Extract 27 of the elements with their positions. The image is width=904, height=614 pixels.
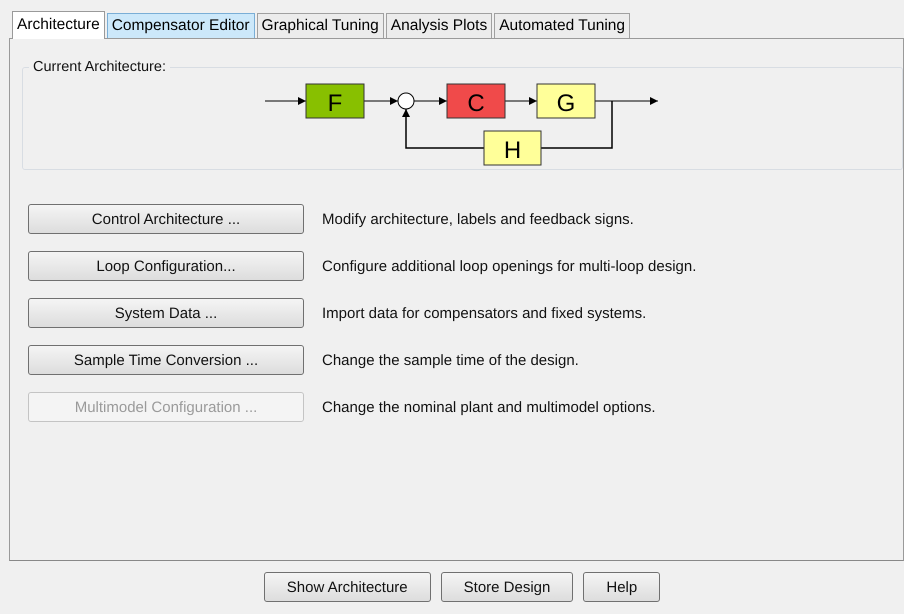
action-button[interactable]: Control Architecture ...: [28, 204, 304, 234]
tab[interactable]: Graphical Tuning: [256, 13, 384, 38]
arrow: [504, 97, 537, 105]
arrow: [594, 97, 658, 105]
arrow: [363, 97, 398, 105]
arrow: [413, 97, 447, 105]
block: G: [536, 84, 595, 118]
tab[interactable]: Analysis Plots: [386, 13, 492, 38]
action-description: Modify architecture, labels and feedback signs.: [322, 210, 634, 228]
tab[interactable]: Compensator Editor: [106, 13, 255, 38]
action-button[interactable]: Loop Configuration...: [28, 251, 304, 281]
block: H: [483, 130, 541, 166]
action-button[interactable]: System Data ...: [28, 298, 304, 328]
action-description: Configure additional loop openings for multi-loop design.: [322, 258, 696, 274]
footer-button[interactable]: Show Architecture: [264, 572, 431, 602]
action-description: Change the nominal plant and multimodel options.: [322, 398, 656, 416]
action-button[interactable]: Sample Time Conversion ...: [28, 345, 304, 375]
block: C: [446, 84, 505, 118]
summing-junction: [397, 92, 414, 110]
footer-button[interactable]: Store Design: [440, 572, 574, 602]
tab[interactable]: Automated Tuning: [494, 13, 630, 38]
footer-button[interactable]: Help: [583, 572, 660, 602]
action-description: Import data for compensators and fixed systems.: [322, 304, 646, 322]
block: F: [305, 84, 364, 118]
action-description: Change the sample time of the design.: [322, 352, 579, 368]
arrow: [264, 97, 306, 105]
tab[interactable]: Architecture: [12, 11, 105, 39]
